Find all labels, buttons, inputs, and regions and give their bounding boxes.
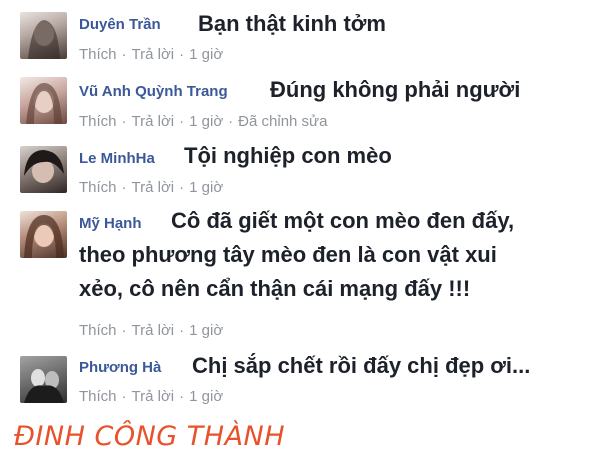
comment-actions: Thích · Trả lời · 1 giờ · Đã chỉnh sửa: [79, 113, 327, 130]
separator: ·: [121, 113, 127, 130]
reply-button[interactable]: Trả lời: [132, 113, 175, 130]
comment-actions: Thích · Trả lời · 1 giờ: [79, 388, 223, 405]
comment-actions: Thích · Trả lời · 1 giờ: [79, 46, 223, 63]
like-button[interactable]: Thích: [79, 113, 117, 130]
reply-button[interactable]: Trả lời: [132, 322, 175, 339]
comment-text-line: Cô đã giết một con mèo đen đấy,: [171, 208, 515, 233]
like-button[interactable]: Thích: [79, 388, 117, 405]
reply-button[interactable]: Trả lời: [132, 388, 175, 405]
avatar[interactable]: [20, 146, 67, 193]
separator: ·: [179, 179, 185, 196]
timestamp[interactable]: 1 giờ: [189, 113, 223, 130]
timestamp[interactable]: 1 giờ: [189, 388, 223, 405]
separator: ·: [121, 179, 127, 196]
comment-author[interactable]: Phương Hà: [79, 359, 161, 376]
avatar[interactable]: [20, 77, 67, 124]
like-button[interactable]: Thích: [79, 322, 117, 339]
avatar-photo-icon: [26, 83, 62, 124]
like-button[interactable]: Thích: [79, 179, 117, 196]
comment-author[interactable]: Duyên Trần: [79, 16, 161, 33]
timestamp[interactable]: 1 giờ: [189, 46, 223, 63]
separator: ·: [121, 46, 127, 63]
avatar[interactable]: [20, 211, 67, 258]
avatar[interactable]: [20, 12, 67, 59]
edited-label[interactable]: Đã chỉnh sửa: [238, 113, 327, 130]
separator: ·: [121, 322, 127, 339]
avatar-photo-icon: [20, 356, 67, 403]
separator: ·: [179, 322, 185, 339]
comment-actions: Thích · Trả lời · 1 giờ: [79, 322, 223, 339]
like-button[interactable]: Thích: [79, 46, 117, 63]
comment-actions: Thích · Trả lời · 1 giờ: [79, 179, 223, 196]
avatar-photo-icon: [24, 215, 64, 258]
timestamp[interactable]: 1 giờ: [189, 322, 223, 339]
comment-text: Bạn thật kinh tởm: [198, 11, 386, 36]
separator: ·: [179, 46, 185, 63]
separator: ·: [179, 113, 185, 130]
avatar-photo-icon: [28, 20, 60, 59]
comment-text-line: theo phương tây mèo đen là con vật xui: [79, 242, 497, 267]
comment-text: Đúng không phải người: [270, 77, 521, 102]
avatar[interactable]: [20, 356, 67, 403]
avatar-photo-icon: [24, 150, 64, 183]
comment-author[interactable]: Vũ Anh Quỳnh Trang: [79, 83, 228, 100]
separator: ·: [179, 388, 185, 405]
reply-button[interactable]: Trả lời: [132, 179, 175, 196]
reply-button[interactable]: Trả lời: [132, 46, 175, 63]
timestamp[interactable]: 1 giờ: [189, 179, 223, 196]
comment-author[interactable]: Le MinhHa: [79, 150, 155, 167]
separator: ·: [228, 113, 234, 130]
comment-text: Cô đã giết một con mèo đen đấy, theo phư…: [79, 204, 514, 306]
comment-text: Chị sắp chết rồi đấy chị đẹp ơi...: [192, 353, 531, 378]
watermark: ĐINH CÔNG THÀNH: [14, 421, 286, 452]
separator: ·: [121, 388, 127, 405]
comment-text-line: xẻo, cô nên cẩn thận cái mạng đấy !!!: [79, 276, 471, 301]
comment-text: Tội nghiệp con mèo: [184, 143, 392, 168]
